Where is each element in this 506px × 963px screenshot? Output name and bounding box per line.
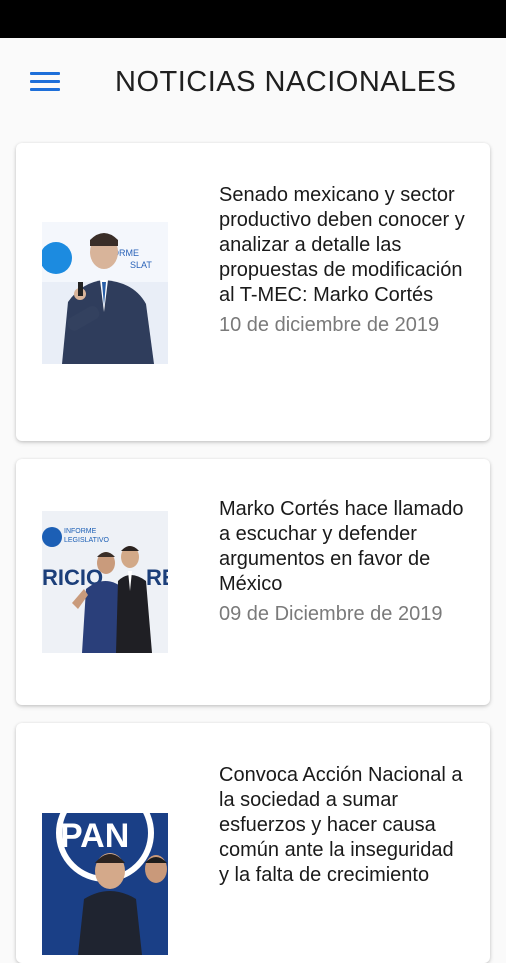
news-thumbnail: PAN <box>42 813 168 955</box>
news-date: 10 de diciembre de 2019 <box>219 314 440 336</box>
svg-text:SLAT: SLAT <box>130 260 152 270</box>
page-title: NOTICIAS NACIONALES <box>115 66 457 98</box>
news-card[interactable]: PAN Convoca Acción Nacional a la socieda… <box>16 723 490 963</box>
news-card[interactable]: INFORME LEGISLATIVO RICIO RE Marko Corté… <box>16 459 490 705</box>
hamburger-menu-icon[interactable] <box>30 72 60 94</box>
news-headline: Senado mexicano y sector productivo debe… <box>219 184 465 306</box>
news-card[interactable]: ORME SLAT Senado mexicano y sector produ… <box>16 143 490 441</box>
news-thumbnail: INFORME LEGISLATIVO RICIO RE <box>42 511 168 653</box>
status-bar <box>0 0 506 38</box>
svg-text:PAN: PAN <box>60 817 129 855</box>
svg-text:LEGISLATIVO: LEGISLATIVO <box>64 537 110 544</box>
svg-text:INFORME: INFORME <box>64 528 97 535</box>
news-headline: Convoca Acción Nacional a la sociedad a … <box>219 764 463 886</box>
news-headline: Marko Cortés hace llamado a escuchar y d… <box>219 498 464 595</box>
news-date: 09 de Diciembre de 2019 <box>219 603 443 625</box>
app-bar: NOTICIAS NACIONALES <box>0 38 506 128</box>
svg-text:RE: RE <box>146 565 168 590</box>
news-thumbnail: ORME SLAT <box>42 222 168 364</box>
